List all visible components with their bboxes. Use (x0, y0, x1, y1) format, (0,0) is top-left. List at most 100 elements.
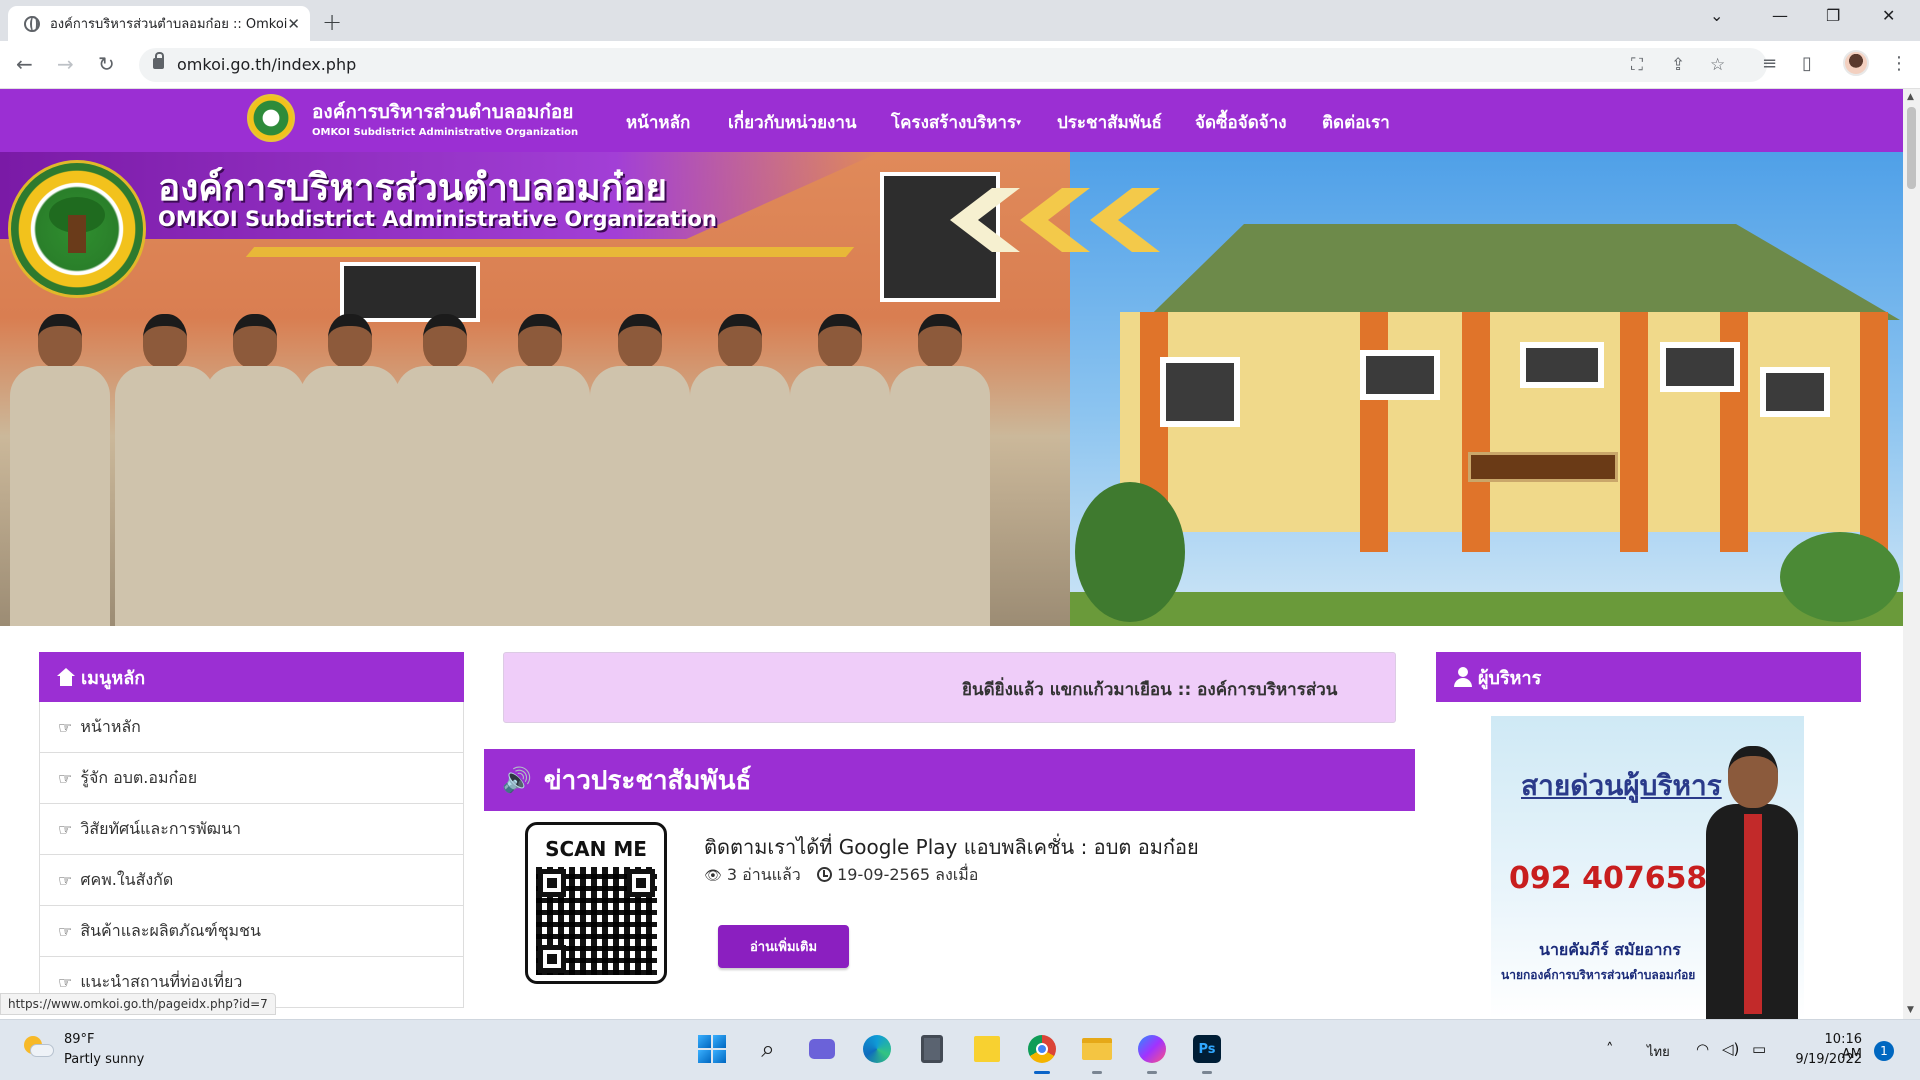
calculator-icon[interactable] (915, 1032, 949, 1066)
show-hidden-icons-icon[interactable]: ˄ (1606, 1040, 1614, 1058)
clock-date[interactable]: 9/19/2022 (1788, 1052, 1862, 1067)
nav-item-home[interactable]: หน้าหลัก (626, 109, 690, 136)
close-tab-icon[interactable]: ✕ (287, 15, 300, 33)
volume-icon[interactable]: ◁) (1722, 1040, 1739, 1058)
executive-heading: ผู้บริหาร (1436, 652, 1861, 702)
sticky-notes-icon[interactable] (970, 1032, 1004, 1066)
photoshop-icon[interactable]: Ps (1190, 1032, 1224, 1074)
menu-item-vision[interactable]: ☞ วิสัยทัศน์และการพัฒนา (40, 804, 463, 855)
bookmark-star-icon[interactable]: ☆ (1710, 55, 1725, 75)
browser-tab-strip: องค์การบริหารส่วนตำบลอมก๋อย :: Omkoi ✕ +… (0, 0, 1920, 41)
hotline-title: สายด่วนผู้บริหาร (1521, 769, 1722, 802)
running-indicator (1147, 1071, 1157, 1074)
home-icon (57, 668, 75, 686)
user-icon (1454, 667, 1472, 687)
scroll-down-icon[interactable]: ▼ (1907, 1005, 1914, 1015)
notification-badge[interactable]: 1 (1874, 1041, 1894, 1061)
battery-icon[interactable]: ▭ (1752, 1040, 1766, 1058)
nav-item-structure[interactable]: โครงสร้างบริหาร▾ (891, 109, 1021, 136)
staff-group-photo (0, 302, 1020, 626)
menu-item-products[interactable]: ☞ สินค้าและผลิตภัณฑ์ชุมชน (40, 906, 463, 957)
read-more-button[interactable]: อ่านเพิ่มเติม (718, 925, 849, 968)
reload-icon[interactable]: ↻ (98, 52, 115, 76)
office-signboard (1468, 452, 1618, 482)
pointing-hand-icon: ☞ (58, 870, 73, 890)
weather-description[interactable]: Partly sunny (64, 1052, 144, 1067)
edge-browser-icon[interactable] (860, 1032, 894, 1066)
scroll-up-icon[interactable]: ▲ (1907, 92, 1914, 102)
reading-list-icon[interactable]: ≡ (1762, 53, 1777, 74)
menu-item-label: รู้จัก อบต.อมก๋อย (80, 767, 198, 787)
share-icon[interactable]: ⇪ (1671, 55, 1685, 75)
messenger-icon[interactable] (1135, 1032, 1169, 1074)
search-icon[interactable]: ⌕ (751, 1032, 785, 1066)
nav-item-about[interactable]: เกี่ยวกับหน่วยงาน (728, 109, 857, 136)
running-indicator (1092, 1071, 1102, 1074)
forward-icon[interactable]: → (57, 52, 74, 76)
nav-item-pr[interactable]: ประชาสัมพันธ์ (1057, 109, 1162, 136)
running-indicator (1202, 1071, 1212, 1074)
tab-title: องค์การบริหารส่วนตำบลอมก๋อย :: Omkoi (50, 17, 288, 32)
banner-title-en: OMKOI Subdistrict Administrative Organiz… (158, 207, 717, 231)
executive-hotline-banner[interactable]: สายด่วนผู้บริหาร 092 4076588 นายคัมภีร์ … (1491, 716, 1804, 1019)
minimize-icon[interactable]: — (1772, 6, 1788, 25)
brand-name-th[interactable]: องค์การบริหารส่วนตำบลอมก๋อย (312, 97, 573, 127)
restore-icon[interactable]: ❐ (1826, 6, 1840, 25)
scrollbar-thumb[interactable] (1907, 107, 1916, 189)
close-window-icon[interactable]: ✕ (1882, 6, 1895, 25)
speaker-icon: 🔊 (502, 766, 532, 794)
main-menu-heading: เมนูหลัก (39, 652, 464, 702)
site-navbar: องค์การบริหารส่วนตำบลอมก๋อย OMKOI Subdis… (0, 89, 1903, 152)
menu-item-about-omkoi[interactable]: ☞ รู้จัก อบต.อมก๋อย (40, 753, 463, 804)
qr-code-image[interactable]: SCAN ME (525, 822, 667, 984)
profile-avatar[interactable] (1843, 50, 1869, 76)
pointing-hand-icon: ☞ (58, 921, 73, 941)
meet-app-icon[interactable] (805, 1032, 839, 1066)
clock-icon (817, 867, 832, 882)
marquee-text: ยินดียิ่งแล้ว แขกแก้วมาเยือน :: องค์การบ… (962, 680, 1338, 700)
address-bar[interactable]: omkoi.go.th/index.php ⛶ ⇪ ☆ (139, 48, 1767, 82)
browser-toolbar: ← → ↻ omkoi.go.th/index.php ⛶ ⇪ ☆ ≡ ▯ ⋮ (0, 41, 1920, 89)
chrome-browser-icon[interactable] (1025, 1032, 1059, 1074)
back-icon[interactable]: ← (16, 52, 33, 76)
menu-item-home[interactable]: ☞ หน้าหลัก (40, 702, 463, 753)
lawn (1070, 592, 1903, 626)
menu-item-centers[interactable]: ☞ ศคพ.ในสังกัด (40, 855, 463, 906)
weather-icon[interactable] (24, 1036, 54, 1057)
tab-search-icon[interactable]: ⌄ (1710, 6, 1723, 25)
link-status-url: https://www.omkoi.go.th/pageidx.php?id=7 (0, 993, 276, 1015)
main-menu-heading-label: เมนูหลัก (81, 667, 146, 689)
banner-gold-stripe (245, 247, 855, 257)
main-menu-list: ☞ หน้าหลัก ☞ รู้จัก อบต.อมก๋อย ☞ วิสัยทั… (39, 702, 464, 1008)
active-indicator (1034, 1071, 1050, 1074)
site-logo[interactable] (247, 94, 295, 142)
browser-tab[interactable]: องค์การบริหารส่วนตำบลอมก๋อย :: Omkoi ✕ (8, 6, 310, 41)
translate-icon[interactable]: ⛶ (1631, 55, 1643, 75)
nav-item-procurement[interactable]: จัดซื้อจัดจ้าง (1195, 109, 1287, 136)
nav-item-contact[interactable]: ติดต่อเรา (1322, 109, 1390, 136)
news-heading: 🔊 ข่าวประชาสัมพันธ์ (484, 749, 1415, 811)
pointing-hand-icon: ☞ (58, 717, 73, 737)
news-date-text: 19-09-2565 ลงเมื่อ (837, 865, 979, 884)
news-item-title[interactable]: ติดตามเราได้ที่ Google Play แอบพลิเคชั่น… (704, 831, 1199, 863)
executive-photo (1706, 746, 1798, 1019)
brand-name-en[interactable]: OMKOI Subdistrict Administrative Organiz… (312, 127, 578, 138)
web-page: องค์การบริหารส่วนตำบลอมก๋อย OMKOI Subdis… (0, 89, 1903, 1019)
new-tab-button[interactable]: + (322, 8, 342, 36)
menu-kebab-icon[interactable]: ⋮ (1890, 53, 1908, 74)
lock-icon[interactable] (153, 52, 164, 69)
windows-taskbar: 89°F Partly sunny ⌕ Ps ˄ ไทย ◠ ◁) ▭ 10:1… (0, 1019, 1920, 1080)
start-button[interactable] (695, 1032, 729, 1066)
menu-item-label: แนะนำสถานที่ท่องเที่ยว (80, 971, 243, 991)
wifi-icon[interactable]: ◠ (1696, 1040, 1709, 1058)
side-panel-icon[interactable]: ▯ (1802, 53, 1812, 74)
executive-heading-label: ผู้บริหาร (1478, 667, 1542, 689)
weather-temperature[interactable]: 89°F (64, 1032, 95, 1047)
page-scrollbar[interactable]: ▲ ▼ (1903, 89, 1920, 1019)
url-text[interactable]: omkoi.go.th/index.php (177, 55, 356, 74)
file-explorer-icon[interactable] (1080, 1032, 1114, 1074)
menu-item-label: ศคพ.ในสังกัด (80, 869, 174, 889)
input-language[interactable]: ไทย (1647, 1041, 1670, 1062)
windows-logo-icon (698, 1035, 726, 1063)
qr-finder-pattern (627, 869, 655, 897)
